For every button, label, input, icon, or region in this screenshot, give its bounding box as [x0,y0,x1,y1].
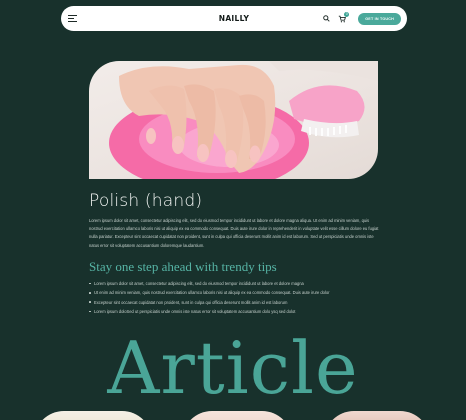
list-item: Ut enim ad minim veniam, quis nostrud ex… [89,288,379,297]
section-heading: Article [107,326,359,410]
brand-logo[interactable]: NAILLY [219,14,250,23]
article-intro-paragraph: Lorem ipsum dolor sit amet, consectetur … [89,218,379,248]
article-title: Polish (hand) [89,191,203,211]
list-item: Lorem ipsum dolor sit amet, consectetur … [89,279,379,288]
list-item: Lorem ipsum doloSed ut perspiciatis unde… [89,307,379,316]
tips-list: Lorem ipsum dolor sit amet, consectetur … [89,279,379,316]
nav-actions: 0 GET IN TOUCH [321,11,401,25]
cart-count-badge: 0 [344,11,350,17]
hero-image [89,61,378,179]
get-in-touch-button[interactable]: GET IN TOUCH [358,12,401,25]
top-navbar: NAILLY 0 GET IN TOUCH [61,6,407,31]
cart-icon[interactable]: 0 [337,11,350,24]
article-subtitle: Stay one step ahead with trendy tips [89,259,277,274]
hamburger-menu-icon[interactable] [68,15,77,22]
list-item: Excepteur sint occaecat cupidatat non pr… [89,298,379,307]
search-icon[interactable] [321,14,331,24]
